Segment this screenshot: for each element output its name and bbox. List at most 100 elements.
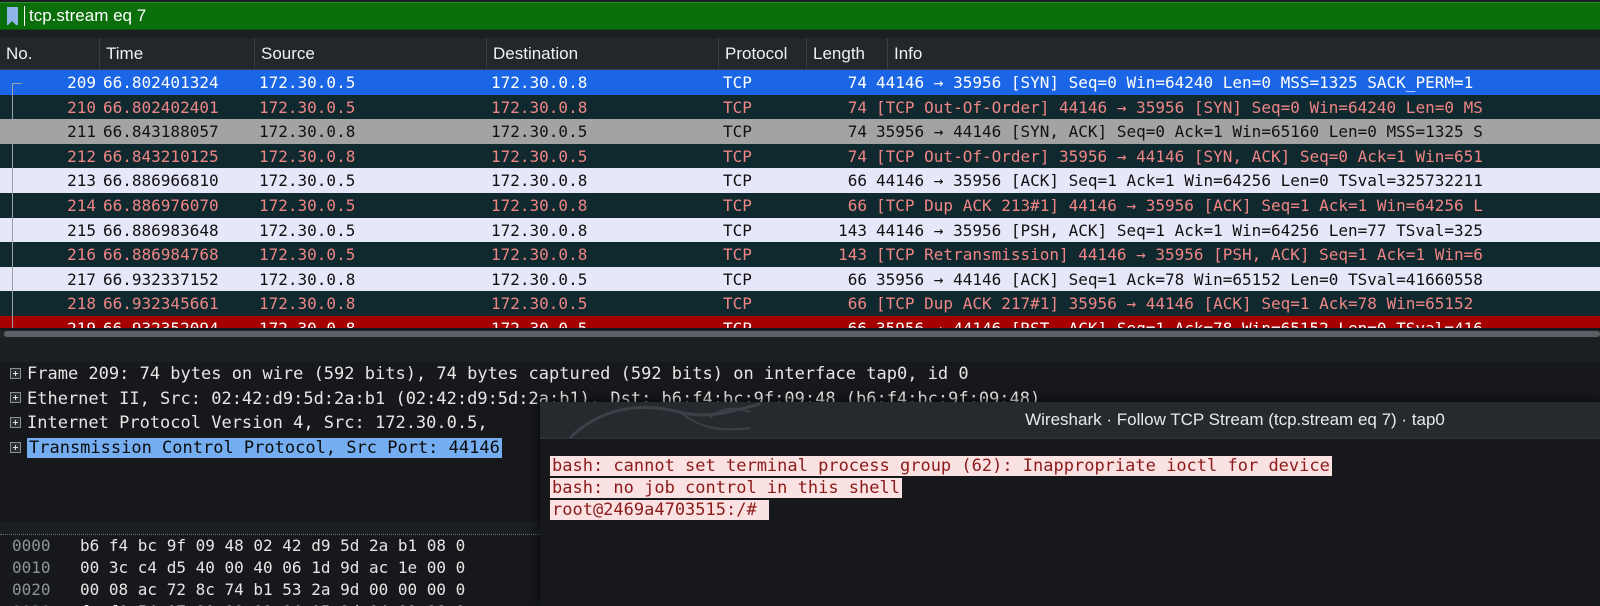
packet-cell-proto: TCP bbox=[723, 146, 752, 166]
packet-cell-src: 172.30.0.8 bbox=[259, 269, 356, 289]
packet-cell-proto: TCP bbox=[723, 316, 805, 328]
packet-cell-no: 216 bbox=[67, 245, 96, 265]
packet-cell-src: 172.30.0.5 bbox=[259, 73, 356, 92]
bookmark-icon[interactable] bbox=[7, 7, 18, 26]
packet-cell-time: 66.932337152 bbox=[103, 269, 219, 289]
packet-cell-proto: TCP bbox=[723, 122, 752, 142]
column-header-protocol[interactable]: Protocol bbox=[719, 38, 807, 69]
packet-cell-time: 66.886966810 bbox=[103, 171, 219, 191]
packet-cell-time: 66.886983648 bbox=[103, 220, 219, 240]
column-header-info[interactable]: Info bbox=[888, 38, 1600, 69]
stream-text: bash: no job control in this shell bbox=[550, 478, 902, 498]
packet-cell-no: 217 bbox=[67, 269, 96, 289]
packet-cell-proto: TCP bbox=[723, 97, 752, 117]
packet-cell-len: 74 bbox=[847, 97, 867, 117]
detail-text: Frame 209: 74 bytes on wire (592 bits), … bbox=[27, 364, 969, 384]
detail-tree-item[interactable]: Internet Protocol Version 4, Src: 172.30… bbox=[0, 411, 488, 436]
packet-cell-info: 35956 → 44146 [SYN, ACK] Seq=0 Ack=1 Win… bbox=[876, 122, 1483, 142]
packet-cell-src: 172.30.0.5 bbox=[259, 220, 356, 240]
column-header-no[interactable]: No. bbox=[0, 38, 100, 69]
packet-cell-proto: TCP bbox=[723, 269, 752, 289]
packet-cell-time: 66.802402401 bbox=[103, 97, 219, 117]
packet-row[interactable]: 218 66.932345661 172.30.0.8 172.30.0.5 TCP 66… bbox=[0, 291, 1600, 317]
packet-cell-no: 212 bbox=[67, 146, 96, 166]
packet-cell-dst: 172.30.0.5 bbox=[491, 122, 588, 142]
packet-cell-src: 172.30.0.5 bbox=[259, 245, 356, 265]
packet-cell-info: [TCP Retransmission] 44146 → 35956 [PSH,… bbox=[876, 245, 1483, 265]
bytes-hex: 00 3c c4 d5 40 00 40 06 1d 9d ac 1e 00 0 bbox=[80, 558, 466, 577]
expand-icon[interactable] bbox=[10, 392, 21, 404]
packet-list-hscrollbar[interactable] bbox=[0, 330, 1600, 338]
packet-row[interactable]: 214 66.886976070 172.30.0.5 172.30.0.8 TCP 66… bbox=[0, 193, 1600, 218]
packet-cell-time: 66.886984768 bbox=[103, 245, 219, 265]
packet-cell-no: 211 bbox=[67, 122, 96, 142]
stream-text: bash: cannot set terminal process group … bbox=[550, 456, 1332, 476]
packet-cell-no: 215 bbox=[67, 220, 96, 240]
packet-cell-len: 66 bbox=[807, 316, 867, 328]
related-packet-marker bbox=[12, 83, 22, 84]
expand-icon[interactable] bbox=[10, 441, 21, 453]
packet-cell-src: 172.30.0.5 bbox=[259, 171, 356, 191]
detail-tree-item[interactable]: Frame 209: 74 bytes on wire (592 bits), … bbox=[0, 362, 969, 387]
bytes-offset: 0000 bbox=[12, 536, 51, 555]
detail-tree-item[interactable]: Transmission Control Protocol, Src Port:… bbox=[0, 436, 502, 461]
packet-row[interactable]: 219 66.932352094 172.30.0.8 172.30.0.5 TCP66… bbox=[0, 316, 1600, 328]
packet-cell-time: 66.886976070 bbox=[103, 196, 219, 215]
packet-row[interactable]: 212 66.843210125 172.30.0.8 172.30.0.5 TCP 74… bbox=[0, 143, 1600, 169]
packet-row[interactable]: 211 66.843188057 172.30.0.8 172.30.0.5 TCP 74… bbox=[0, 119, 1600, 145]
packet-cell-src: 172.30.0.8 bbox=[259, 294, 356, 314]
column-header-destination[interactable]: Destination bbox=[487, 38, 719, 69]
packet-cell-info: 35956 → 44146 [ACK] Seq=1 Ack=78 Win=651… bbox=[876, 269, 1483, 289]
packet-cell-len: 66 bbox=[847, 171, 867, 191]
packet-cell-no: 218 bbox=[67, 294, 96, 314]
packet-cell-dst: 172.30.0.5 bbox=[491, 146, 588, 166]
packet-list: No. Time Source Destination Protocol Len… bbox=[0, 38, 1600, 338]
packet-row[interactable]: 215 66.886983648 172.30.0.5 172.30.0.8 TCP 14… bbox=[0, 217, 1600, 243]
packet-cell-no: 214 bbox=[67, 196, 96, 215]
detail-text: Transmission Control Protocol, Src Port:… bbox=[27, 438, 502, 459]
bytes-hex: b6 f4 bc 9f 09 48 02 42 d9 5d 2a b1 08 0 bbox=[80, 536, 466, 555]
packet-cell-info: 44146 → 35956 [ACK] Seq=1 Ack=1 Win=6425… bbox=[876, 171, 1483, 191]
packet-cell-len: 74 bbox=[847, 73, 867, 92]
packet-row[interactable]: 217 66.932337152 172.30.0.8 172.30.0.5 TCP 66… bbox=[0, 266, 1600, 292]
packet-row[interactable]: 210 66.802402401 172.30.0.5 172.30.0.8 TCP 74… bbox=[0, 94, 1600, 120]
stream-text: root@2469a4703515:/# bbox=[550, 500, 769, 520]
packet-cell-proto: TCP bbox=[723, 73, 752, 92]
display-filter-input[interactable]: tcp.stream eq 7 bbox=[0, 2, 1600, 30]
packet-cell-proto: TCP bbox=[723, 171, 752, 191]
column-header-length[interactable]: Length bbox=[807, 38, 888, 69]
stream-content[interactable]: bash: cannot set terminal process group … bbox=[540, 439, 1600, 605]
packet-cell-proto: TCP bbox=[723, 245, 752, 265]
packet-cell-dst: 172.30.0.8 bbox=[491, 73, 588, 92]
stream-line: bash: no job control in this shell bbox=[550, 477, 902, 499]
packet-cell-dst: 172.30.0.8 bbox=[491, 220, 588, 240]
scrollbar-thumb[interactable] bbox=[4, 331, 1600, 337]
packet-cell-info: 44146 → 35956 [SYN] Seq=0 Win=64240 Len=… bbox=[876, 73, 1474, 92]
packet-row[interactable]: 216 66.886984768 172.30.0.5 172.30.0.8 TCP 14… bbox=[0, 242, 1600, 268]
packet-cell-dst: 172.30.0.5 bbox=[491, 269, 588, 289]
display-filter-bar: tcp.stream eq 7 bbox=[0, 0, 1600, 32]
follow-tcp-stream-window: Wireshark · Follow TCP Stream (tcp.strea… bbox=[540, 402, 1600, 605]
window-titlebar[interactable]: Wireshark · Follow TCP Stream (tcp.strea… bbox=[540, 402, 1600, 440]
packet-cell-time: 66.802401324 bbox=[103, 73, 219, 92]
packet-cell-dst: 172.30.0.5 bbox=[491, 316, 717, 328]
packet-cell-info: 44146 → 35956 [PSH, ACK] Seq=1 Ack=1 Win… bbox=[876, 220, 1483, 240]
column-header-time[interactable]: Time bbox=[100, 38, 255, 69]
packet-cell-len: 143 bbox=[838, 245, 867, 265]
packet-list-header: No. Time Source Destination Protocol Len… bbox=[0, 38, 1600, 70]
packet-cell-src: 172.30.0.8 bbox=[259, 122, 356, 142]
packet-cell-proto: TCP bbox=[723, 294, 752, 314]
filter-text: tcp.stream eq 7 bbox=[29, 6, 147, 25]
text-caret bbox=[24, 6, 25, 26]
bytes-offset: 0010 bbox=[12, 558, 51, 577]
packet-cell-dst: 172.30.0.8 bbox=[491, 196, 588, 215]
expand-icon[interactable] bbox=[10, 367, 21, 379]
packet-cell-info: [TCP Out-Of-Order] 35956 → 44146 [SYN, A… bbox=[876, 146, 1483, 166]
packet-row[interactable]: 213 66.886966810 172.30.0.5 172.30.0.8 TCP 66… bbox=[0, 168, 1600, 194]
expand-icon[interactable] bbox=[10, 416, 21, 428]
packet-rows: 209 66.802401324 172.30.0.5 172.30.0.8 TCP 74… bbox=[0, 70, 1600, 328]
column-header-source[interactable]: Source bbox=[255, 38, 487, 69]
packet-bytes: 0000 b6 f4 bc 9f 09 48 02 42 d9 5d 2a b1 … bbox=[0, 534, 540, 606]
packet-cell-src: 172.30.0.8 bbox=[259, 316, 485, 328]
packet-row[interactable]: 209 66.802401324 172.30.0.5 172.30.0.8 TCP 74… bbox=[0, 70, 1600, 95]
